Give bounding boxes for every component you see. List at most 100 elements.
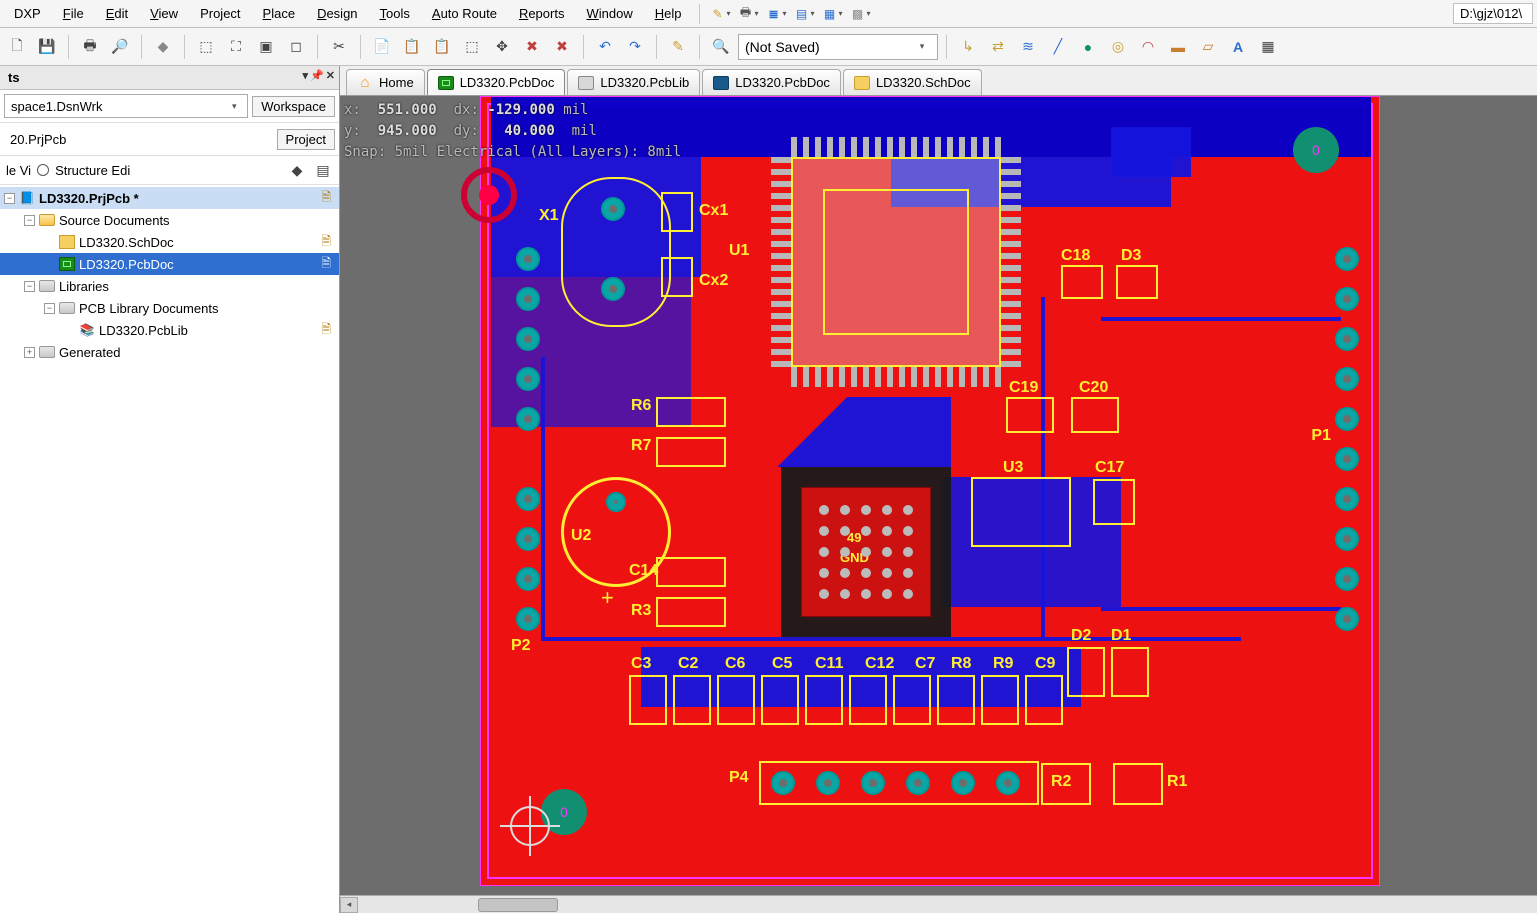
header-pad[interactable] xyxy=(1335,447,1359,471)
header-pad[interactable] xyxy=(1335,407,1359,431)
component-r6[interactable] xyxy=(656,397,726,427)
clear-icon[interactable]: ✖ xyxy=(549,34,575,60)
header-pad[interactable] xyxy=(516,407,540,431)
component-r1[interactable] xyxy=(1113,763,1163,805)
component-smd[interactable] xyxy=(937,675,975,725)
project-tree[interactable]: − 📘 LD3320.PrjPcb * 🗎 − Source Documents… xyxy=(0,185,339,913)
tree-pcblib[interactable]: 📚 LD3320.PcbLib 🗎 xyxy=(0,319,339,341)
place-arc-icon[interactable]: ◠ xyxy=(1135,34,1161,60)
menu-view[interactable]: View xyxy=(140,2,188,25)
component-u1[interactable] xyxy=(791,157,1001,367)
component-c14[interactable] xyxy=(656,557,726,587)
component-d3[interactable] xyxy=(1116,265,1158,299)
component-smd[interactable] xyxy=(673,675,711,725)
place-pad-icon[interactable]: ● xyxy=(1075,34,1101,60)
component-r7[interactable] xyxy=(656,437,726,467)
header-pad[interactable] xyxy=(516,247,540,271)
header-pad[interactable] xyxy=(516,287,540,311)
dropdown-arrow-icon[interactable]: ▾ xyxy=(754,9,758,18)
header-pad[interactable] xyxy=(1335,247,1359,271)
component-smd[interactable] xyxy=(1025,675,1063,725)
tab-pcbdoc-2[interactable]: LD3320.PcbDoc xyxy=(702,69,841,95)
menu-project[interactable]: Project xyxy=(190,2,250,25)
tab-pcbdoc[interactable]: LD3320.PcbDoc xyxy=(427,69,566,95)
grid-icon[interactable]: ▩ xyxy=(849,5,867,23)
menu-autoroute[interactable]: Auto Route xyxy=(422,2,507,25)
component-smd[interactable] xyxy=(849,675,887,725)
header-pad[interactable] xyxy=(1335,367,1359,391)
tree-source-docs[interactable]: − Source Documents xyxy=(0,209,339,231)
dropdown-arrow-icon[interactable]: ▾ xyxy=(811,9,815,18)
menu-window[interactable]: Window xyxy=(576,2,642,25)
component-cx1[interactable] xyxy=(661,192,693,232)
component-smd[interactable] xyxy=(629,675,667,725)
browse-icon[interactable]: 🔍 xyxy=(708,34,734,60)
component-smd[interactable] xyxy=(981,675,1019,725)
menu-place[interactable]: Place xyxy=(253,2,306,25)
header-pad[interactable] xyxy=(516,607,540,631)
dropdown-arrow-icon[interactable]: ▾ xyxy=(783,9,787,18)
save-icon[interactable]: 💾 xyxy=(34,34,60,60)
menu-edit[interactable]: Edit xyxy=(96,2,138,25)
layers-stack-icon[interactable]: ◆ xyxy=(150,34,176,60)
expand-icon[interactable]: + xyxy=(24,347,35,358)
tree-pcbdoc[interactable]: LD3320.PcbDoc 🗎 xyxy=(0,253,339,275)
layers-icon[interactable]: ▤ xyxy=(793,5,811,23)
test-point[interactable]: 0 xyxy=(1293,127,1339,173)
dropdown-arrow-icon[interactable]: ▾ xyxy=(867,9,871,18)
component-c18[interactable] xyxy=(1061,265,1103,299)
component-d2[interactable] xyxy=(1067,647,1105,697)
tree-schdoc[interactable]: LD3320.SchDoc 🗎 xyxy=(0,231,339,253)
route-icon[interactable]: ↳ xyxy=(955,34,981,60)
tab-schdoc[interactable]: LD3320.SchDoc xyxy=(843,69,982,95)
header-pad[interactable] xyxy=(516,527,540,551)
dropdown-arrow-icon[interactable]: ▾ xyxy=(839,9,843,18)
header-pad[interactable] xyxy=(1335,607,1359,631)
collapse-icon[interactable]: − xyxy=(44,303,55,314)
header-pad[interactable] xyxy=(1335,287,1359,311)
zoom-component-icon[interactable]: ▣ xyxy=(253,34,279,60)
panel-pin-icon[interactable]: 📌 xyxy=(310,69,324,82)
component-smd[interactable] xyxy=(805,675,843,725)
workspace-button[interactable]: Workspace xyxy=(252,96,335,117)
paste-special-icon[interactable]: 📋 xyxy=(429,34,455,60)
paste-icon[interactable]: 📋 xyxy=(399,34,425,60)
board-icon[interactable]: ▦ xyxy=(821,5,839,23)
deselect-icon[interactable]: ✖ xyxy=(519,34,545,60)
copy-icon[interactable]: 📄 xyxy=(369,34,395,60)
component-c20[interactable] xyxy=(1071,397,1119,433)
tab-pcblib[interactable]: LD3320.PcbLib xyxy=(567,69,700,95)
align-icon[interactable]: ≣ xyxy=(765,5,783,23)
menu-help[interactable]: Help xyxy=(645,2,692,25)
redo-icon[interactable]: ↷ xyxy=(622,34,648,60)
component-smd[interactable] xyxy=(717,675,755,725)
menu-design[interactable]: Design xyxy=(307,2,367,25)
menu-tools[interactable]: Tools xyxy=(370,2,420,25)
collapse-icon[interactable]: − xyxy=(4,193,15,204)
tree-pcblib-folder[interactable]: − PCB Library Documents xyxy=(0,297,339,319)
place-via-icon[interactable]: ◎ xyxy=(1105,34,1131,60)
component-cx2[interactable] xyxy=(661,257,693,297)
route-multi-icon[interactable]: ≋ xyxy=(1015,34,1041,60)
header-pad[interactable] xyxy=(516,487,540,511)
component-c17[interactable] xyxy=(1093,479,1135,525)
component-c19[interactable] xyxy=(1006,397,1054,433)
print-icon[interactable]: 🖶 xyxy=(77,34,103,60)
pcb-board[interactable]: 0 0 X1 Cx1 Cx2 U1 xyxy=(480,96,1380,886)
place-line-icon[interactable]: ╱ xyxy=(1045,34,1071,60)
tree-root[interactable]: − 📘 LD3320.PrjPcb * 🗎 xyxy=(0,187,339,209)
collapse-icon[interactable]: − xyxy=(24,215,35,226)
file-path-field[interactable]: D:\gjz\012\ xyxy=(1453,3,1533,24)
workspace-combo[interactable]: space1.DsnWrk ▾ xyxy=(4,94,248,118)
preview-icon[interactable]: 🔎 xyxy=(107,34,133,60)
header-pad[interactable] xyxy=(1335,487,1359,511)
header-pad[interactable] xyxy=(1335,567,1359,591)
structure-layers-icon[interactable]: ◆ xyxy=(287,160,307,180)
component-d1[interactable] xyxy=(1111,647,1149,697)
pencil-icon[interactable]: ✎ xyxy=(708,5,726,23)
scroll-left-icon[interactable]: ◂ xyxy=(340,897,358,913)
zoom-fit-icon[interactable]: ⛶ xyxy=(223,34,249,60)
horizontal-scrollbar[interactable]: ◂ xyxy=(340,895,1537,913)
annotate-icon[interactable]: ✎ xyxy=(665,34,691,60)
zoom-selected-icon[interactable]: ◻ xyxy=(283,34,309,60)
